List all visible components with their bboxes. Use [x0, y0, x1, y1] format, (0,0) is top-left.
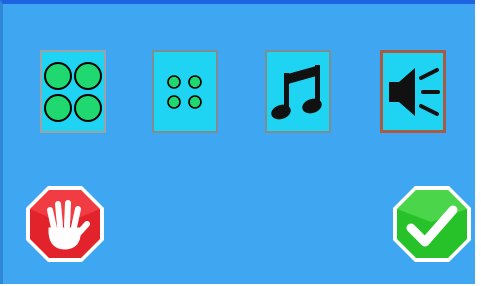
large-dots-icon — [44, 61, 102, 122]
cancel-button[interactable] — [24, 184, 106, 264]
music-option[interactable] — [265, 50, 331, 133]
small-dots-icon — [167, 74, 202, 109]
settings-panel — [0, 0, 475, 284]
speaker-icon — [389, 67, 440, 116]
music-note-icon — [271, 64, 322, 119]
small-dots-option[interactable] — [152, 50, 218, 133]
confirm-button[interactable] — [391, 184, 473, 264]
sound-option[interactable] — [380, 50, 446, 133]
large-dots-option[interactable] — [40, 50, 106, 133]
